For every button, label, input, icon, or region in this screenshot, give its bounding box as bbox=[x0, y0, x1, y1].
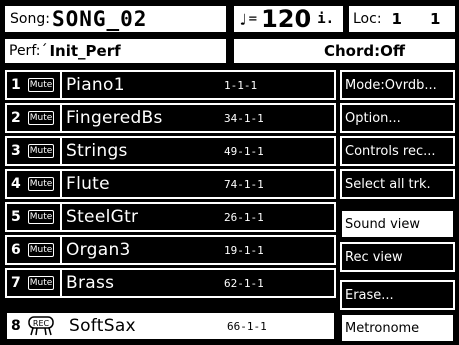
track-name: Piano1 bbox=[66, 75, 125, 95]
quarter-note-icon: ♩ bbox=[238, 9, 248, 29]
record-icon[interactable]: REC bbox=[27, 316, 55, 336]
perf-name: Init_Perf bbox=[49, 42, 121, 60]
track-number: 3 bbox=[11, 143, 21, 159]
mode-button[interactable]: Mode:Ovrdb... bbox=[340, 70, 455, 100]
svg-text:REC: REC bbox=[33, 319, 50, 328]
tempo-value: 120 bbox=[261, 5, 312, 33]
track-name: SoftSax bbox=[69, 316, 136, 336]
track-name: Organ3 bbox=[66, 240, 131, 260]
tempo-suffix: i. bbox=[317, 11, 335, 27]
loc-beat: 1 bbox=[429, 10, 441, 28]
divider bbox=[60, 237, 62, 263]
option-button[interactable]: Option... bbox=[340, 103, 455, 133]
track-number: 5 bbox=[11, 209, 21, 225]
loc-label: Loc: bbox=[353, 11, 382, 27]
track-row-4[interactable]: 4 Mute Flute 74-1-1 bbox=[5, 169, 336, 199]
metronome-button[interactable]: Metronome bbox=[340, 313, 455, 343]
track-row-3[interactable]: 3 Mute Strings 49-1-1 bbox=[5, 136, 336, 166]
track-name: SteelGtr bbox=[66, 207, 139, 227]
track-number: 7 bbox=[11, 275, 21, 291]
divider bbox=[60, 204, 62, 230]
track-position: 62-1-1 bbox=[224, 276, 264, 290]
track-row-1[interactable]: 1 Mute Piano1 1-1-1 bbox=[5, 70, 336, 100]
song-label: Song: bbox=[10, 11, 50, 27]
track-position: 74-1-1 bbox=[224, 177, 264, 191]
mute-button[interactable]: Mute bbox=[28, 78, 54, 92]
track-number: 2 bbox=[11, 110, 21, 126]
performance-field[interactable]: Perf:´ Init_Perf bbox=[3, 37, 228, 65]
divider bbox=[60, 72, 62, 98]
sound-view-button[interactable]: Sound view bbox=[340, 209, 455, 239]
chord-field[interactable]: Chord:Off bbox=[232, 37, 457, 65]
rec-view-button[interactable]: Rec view bbox=[340, 242, 455, 272]
track-position: 1-1-1 bbox=[224, 78, 258, 92]
track-number: 1 bbox=[11, 77, 21, 93]
mute-button[interactable]: Mute bbox=[28, 276, 54, 290]
song-name: SONG_02 bbox=[51, 7, 148, 31]
divider bbox=[60, 171, 62, 197]
track-position: 49-1-1 bbox=[224, 144, 264, 158]
track-name: Strings bbox=[66, 141, 128, 161]
controls-rec-button[interactable]: Controls rec... bbox=[340, 136, 455, 166]
track-name: FingeredBs bbox=[66, 108, 163, 128]
track-position: 34-1-1 bbox=[224, 111, 264, 125]
track-number: 6 bbox=[11, 242, 21, 258]
mute-button[interactable]: Mute bbox=[28, 243, 54, 257]
song-field[interactable]: Song: SONG_02 bbox=[3, 4, 228, 34]
select-all-tracks-button[interactable]: Select all trk. bbox=[340, 169, 455, 199]
tempo-equals: = bbox=[248, 11, 258, 27]
track-number: 4 bbox=[11, 176, 21, 192]
loc-bar: 1 bbox=[391, 10, 402, 28]
track-row-8[interactable]: 8 REC SoftSax 66-1-1 bbox=[5, 311, 336, 341]
track-name: Flute bbox=[66, 174, 110, 194]
track-row-6[interactable]: 6 Mute Organ3 19-1-1 bbox=[5, 235, 336, 265]
track-row-2[interactable]: 2 Mute FingeredBs 34-1-1 bbox=[5, 103, 336, 133]
track-number: 8 bbox=[11, 318, 21, 334]
divider bbox=[60, 105, 62, 131]
mute-button[interactable]: Mute bbox=[28, 144, 54, 158]
perf-label: Perf:´ bbox=[9, 43, 48, 59]
divider bbox=[60, 270, 62, 296]
track-position: 19-1-1 bbox=[224, 243, 264, 257]
erase-button[interactable]: Erase... bbox=[340, 280, 455, 310]
location-field[interactable]: Loc: 1 1 bbox=[347, 4, 457, 34]
mute-button[interactable]: Mute bbox=[28, 177, 54, 191]
track-position: 66-1-1 bbox=[227, 319, 267, 333]
track-position: 26-1-1 bbox=[224, 210, 264, 224]
track-name: Brass bbox=[66, 273, 115, 293]
mute-button[interactable]: Mute bbox=[28, 210, 54, 224]
tempo-field[interactable]: ♩ = 120 i. bbox=[232, 4, 345, 34]
track-row-7[interactable]: 7 Mute Brass 62-1-1 bbox=[5, 268, 336, 298]
divider bbox=[60, 138, 62, 164]
track-row-5[interactable]: 5 Mute SteelGtr 26-1-1 bbox=[5, 202, 336, 232]
mute-button[interactable]: Mute bbox=[28, 111, 54, 125]
